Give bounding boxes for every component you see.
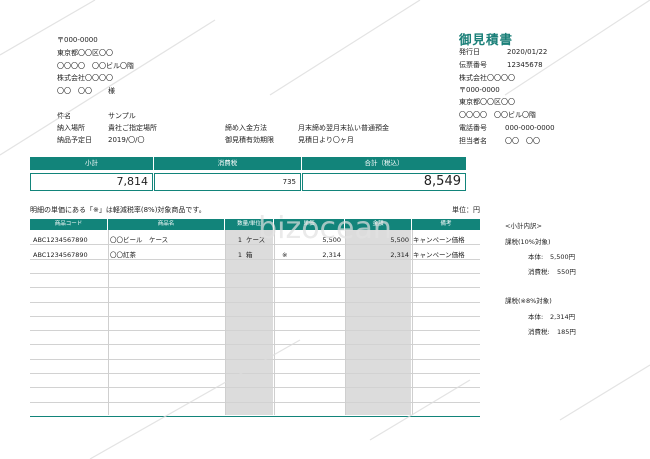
summary-total: 合計（税込） 8,549	[302, 157, 466, 194]
tax-note: 明細の単価にある「※」は軽減税率(8%)対象商品です。	[30, 206, 206, 214]
breakdown-10-tax-label: 消費税:	[528, 268, 550, 276]
row2-amount: 2,314	[390, 251, 409, 259]
recipient-building: 〇〇〇〇 〇〇ビル〇階	[57, 62, 134, 70]
row2-qty: 1	[237, 251, 242, 259]
recipient-person: 〇〇 〇〇	[57, 87, 92, 95]
row1-code: ABC1234567890	[33, 236, 88, 244]
total-label: 合計（税込）	[302, 157, 466, 170]
delivery-date-value: 2019/〇/〇	[108, 136, 145, 144]
issuer-tel-label: 電話番号	[459, 124, 487, 132]
document-title: 御見積書	[459, 32, 514, 47]
subtotal-value: 7,814	[30, 173, 153, 191]
breakdown-10-title: 課税(10%対象)	[505, 238, 551, 246]
issuer-address: 東京都〇〇区〇〇	[459, 98, 515, 106]
issuer-tel-value: 000-000-0000	[505, 124, 555, 132]
breakdown-8-base-label: 本体:	[528, 313, 544, 321]
th-code: 商品コード	[30, 219, 107, 230]
delivery-place-label: 納入場所	[57, 124, 85, 132]
row2-price: 2,314	[322, 251, 341, 259]
breakdown-10-base-label: 本体:	[528, 253, 544, 261]
breakdown-8-tax-value: 185円	[557, 328, 576, 336]
issuer-staff-label: 担当者名	[459, 137, 487, 145]
row1-name: 〇〇ビール ケース	[110, 236, 169, 244]
recipient-postal: 〒000-0000	[57, 36, 98, 44]
table-row-divider	[30, 415, 480, 417]
row1-unit: ケース	[246, 236, 266, 244]
detail-table: 商品コード 商品名 数量/単位 単価 金額 備考 ABC1234567890 〇…	[30, 219, 480, 417]
table-column-divider	[108, 230, 109, 415]
recipient-honorific: 様	[108, 87, 115, 95]
issue-date-label: 発行日	[459, 48, 480, 56]
issuer-staff-value: 〇〇 〇〇	[505, 137, 540, 145]
issuer-company: 株式会社〇〇〇〇	[459, 74, 515, 82]
row1-qty: 1	[237, 236, 242, 244]
subtotal-label: 小計	[30, 157, 153, 170]
delivery-place-value: 貴社ご指定場所	[108, 124, 157, 132]
summary-subtotal: 小計 7,814	[30, 157, 153, 194]
slip-number-value: 12345678	[507, 61, 543, 69]
th-name: 商品名	[108, 219, 224, 230]
breakdown-10-base-value: 5,500円	[550, 253, 576, 261]
tax-label: 消費税	[154, 157, 301, 170]
total-value: 8,549	[302, 173, 466, 191]
unit-note: 単位：円	[452, 206, 480, 214]
th-qty-unit: 数量/単位	[225, 219, 273, 230]
recipient-address: 東京都〇〇区〇〇	[57, 49, 113, 57]
th-remarks: 備考	[412, 219, 480, 230]
th-unit-price: 単価	[274, 219, 344, 230]
breakdown-8-title: 課税(※8%対象)	[505, 297, 552, 305]
slip-number-label: 伝票番号	[459, 61, 487, 69]
row2-code: ABC1234567890	[33, 251, 88, 259]
summary-box: 小計 7,814 消費税 735 合計（税込） 8,549	[30, 157, 466, 194]
tax-value: 735	[154, 173, 301, 191]
validity-value: 見積日より〇ヶ月	[298, 136, 354, 144]
row2-unit: 箱	[246, 251, 253, 259]
delivery-date-label: 納品予定日	[57, 136, 92, 144]
breakdown-8-tax-label: 消費税:	[528, 328, 550, 336]
validity-label: 御見積有効期限	[225, 136, 274, 144]
summary-tax: 消費税 735	[154, 157, 301, 194]
subject-label: 件名	[57, 112, 71, 120]
row2-remark: キャンペーン価格	[413, 251, 465, 259]
recipient-company: 株式会社〇〇〇〇	[57, 74, 113, 82]
payment-value: 月末締め翌月末払い普通預金	[298, 124, 389, 132]
row1-remark: キャンペーン価格	[413, 236, 465, 244]
subject-value: サンプル	[108, 112, 136, 120]
breakdown-10-tax-value: 550円	[557, 268, 576, 276]
breakdown-8-base-value: 2,314円	[550, 313, 576, 321]
breakdown-title: <小計内訳>	[505, 222, 542, 230]
issue-date-value: 2020/01/22	[507, 48, 548, 56]
payment-label: 締め入金方法	[225, 124, 267, 132]
th-amount: 金額	[345, 219, 411, 230]
row1-price: 5,500	[322, 236, 341, 244]
row2-name: 〇〇紅茶	[110, 251, 136, 259]
issuer-building: 〇〇〇〇 〇〇ビル〇階	[459, 111, 536, 119]
issuer-postal: 〒000-0000	[459, 86, 500, 94]
row1-amount: 5,500	[390, 236, 409, 244]
